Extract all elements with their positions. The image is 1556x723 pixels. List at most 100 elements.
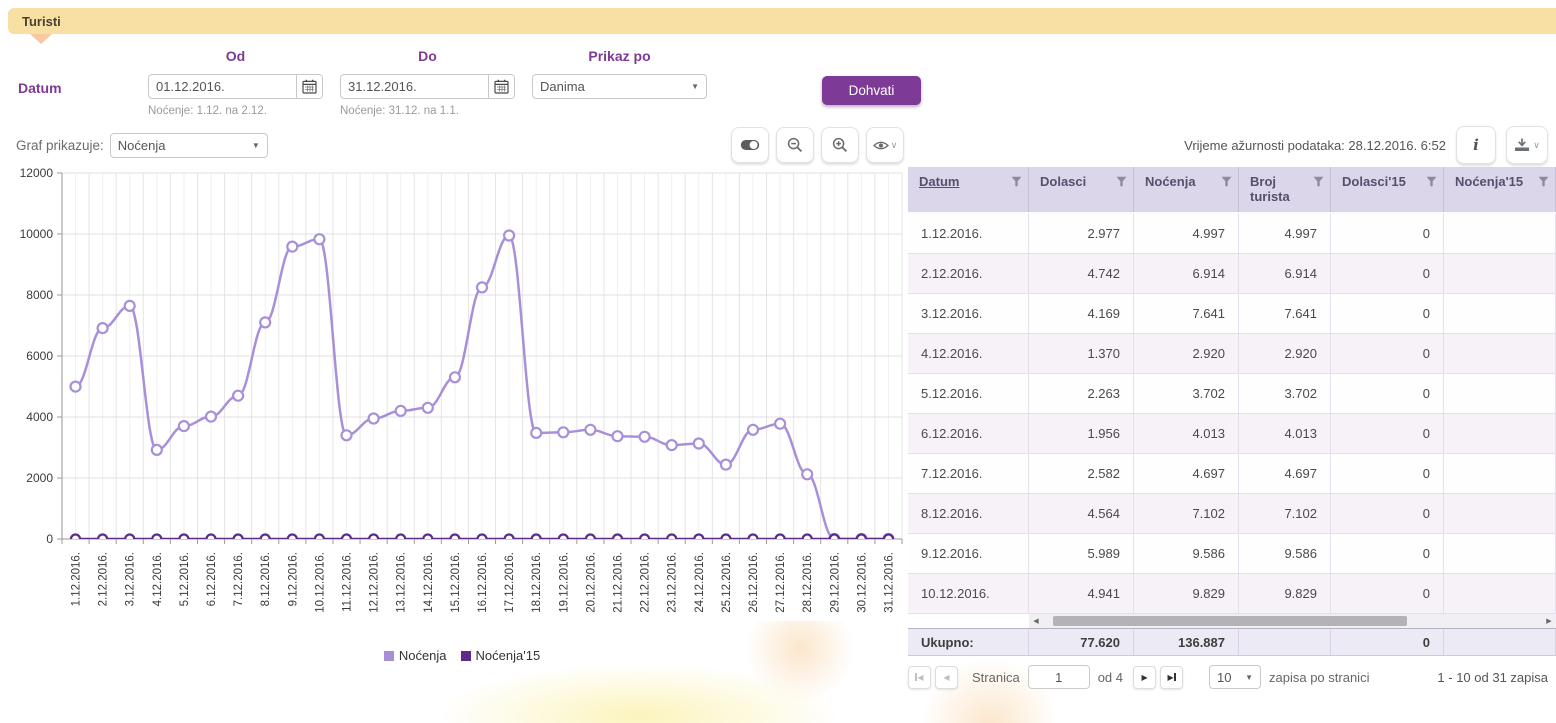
- table-row[interactable]: 10.12.2016.4.9419.8299.8290: [908, 574, 1556, 614]
- filter-icon[interactable]: [1116, 176, 1127, 187]
- column-header-broj-turista[interactable]: Broj turista: [1239, 167, 1331, 212]
- table-row[interactable]: 6.12.2016.1.9564.0134.0130: [908, 414, 1556, 454]
- scroll-right-arrow[interactable]: ▶: [1542, 617, 1556, 625]
- dohvati-button[interactable]: Dohvati: [822, 76, 921, 105]
- data-point-marker: [749, 535, 758, 544]
- table-row[interactable]: 2.12.2016.4.7426.9146.9140: [908, 254, 1556, 294]
- table-row[interactable]: 9.12.2016.5.9899.5869.5860: [908, 534, 1556, 574]
- svg-text:21.12.2016.: 21.12.2016.: [612, 552, 624, 613]
- toggle-mode-button[interactable]: [731, 127, 769, 163]
- calendar-icon[interactable]: [296, 75, 322, 98]
- last-page-button[interactable]: ▶: [1160, 666, 1183, 689]
- dropdown-arrow-icon: ▼: [691, 82, 699, 91]
- filter-icon[interactable]: [1221, 176, 1232, 187]
- download-button[interactable]: ∨: [1506, 126, 1548, 164]
- zoom-in-button[interactable]: [821, 127, 859, 163]
- cell-value: 4.742: [1029, 254, 1134, 293]
- date-from-input[interactable]: [149, 75, 296, 98]
- cell-datum: 6.12.2016.: [908, 414, 1029, 453]
- totals-dolasci: 77.620: [1029, 629, 1134, 655]
- cell-value: [1444, 414, 1556, 453]
- prev-page-button[interactable]: ◀: [935, 666, 958, 689]
- datum-label: Datum: [18, 48, 148, 117]
- data-point-marker: [667, 440, 677, 450]
- pagination-bar: ◀ ◀ Stranica od 4 ▶ ▶ 10 ▼ zapisa po str…: [908, 665, 1556, 689]
- filter-icon[interactable]: [1426, 176, 1437, 187]
- page-size-select[interactable]: 10 ▼: [1209, 665, 1261, 689]
- cell-datum: 9.12.2016.: [908, 534, 1029, 573]
- download-icon: [1514, 138, 1530, 152]
- svg-text:30.12.2016.: 30.12.2016.: [856, 552, 868, 613]
- table-row[interactable]: 8.12.2016.4.5647.1027.1020: [908, 494, 1556, 534]
- data-point-marker: [179, 421, 189, 431]
- data-point-marker: [694, 439, 704, 449]
- info-button[interactable]: i: [1456, 126, 1496, 164]
- date-to-input[interactable]: [341, 75, 488, 98]
- data-point-marker: [288, 535, 297, 544]
- filter-icon[interactable]: [1313, 176, 1324, 187]
- svg-text:25.12.2016.: 25.12.2016.: [721, 552, 733, 613]
- svg-text:8.12.2016.: 8.12.2016.: [260, 552, 272, 606]
- data-point-marker: [287, 242, 297, 252]
- table-row[interactable]: 4.12.2016.1.3702.9202.9200: [908, 334, 1556, 374]
- cell-value: 2.977: [1029, 214, 1134, 253]
- first-page-button[interactable]: ◀: [908, 666, 931, 689]
- table-row[interactable]: 1.12.2016.2.9774.9974.9970: [908, 214, 1556, 254]
- scrollbar-track[interactable]: [1043, 616, 1542, 626]
- scroll-left-arrow[interactable]: ◀: [1029, 617, 1043, 625]
- page-size-value: 10: [1217, 670, 1231, 685]
- svg-text:1.12.2016.: 1.12.2016.: [71, 552, 83, 606]
- svg-text:31.12.2016.: 31.12.2016.: [883, 552, 895, 613]
- cell-value: 7.102: [1134, 494, 1239, 533]
- zoom-in-icon: [832, 137, 848, 153]
- svg-text:17.12.2016.: 17.12.2016.: [504, 552, 516, 613]
- table-body: 1.12.2016.2.9774.9974.99702.12.2016.4.74…: [908, 214, 1556, 614]
- table-row[interactable]: 3.12.2016.4.1697.6417.6410: [908, 294, 1556, 334]
- table-row[interactable]: 5.12.2016.2.2633.7023.7020: [908, 374, 1556, 414]
- cell-value: 3.702: [1134, 374, 1239, 413]
- scrollbar-thumb[interactable]: [1053, 616, 1407, 626]
- legend-item[interactable]: Noćenja: [384, 648, 447, 663]
- data-point-marker: [613, 431, 623, 441]
- cell-value: [1444, 374, 1556, 413]
- column-header-dolasci[interactable]: Dolasci: [1029, 167, 1134, 212]
- data-point-marker: [640, 432, 650, 442]
- graf-prikazuje-select[interactable]: Noćenja ▼: [110, 133, 268, 158]
- prikaz-po-value: Danima: [540, 79, 585, 94]
- tab-turisti[interactable]: Turisti: [22, 14, 61, 29]
- data-point-marker: [776, 535, 785, 544]
- totals-label: Ukupno:: [908, 629, 1029, 655]
- data-point-marker: [71, 382, 81, 392]
- zoom-out-button[interactable]: [776, 127, 814, 163]
- svg-text:12.12.2016.: 12.12.2016.: [369, 552, 381, 613]
- column-header-no-enja[interactable]: Noćenja: [1134, 167, 1239, 212]
- next-page-button[interactable]: ▶: [1133, 666, 1156, 689]
- data-point-marker: [505, 535, 514, 544]
- cell-value: 0: [1331, 494, 1444, 533]
- data-point-marker: [531, 428, 541, 438]
- cell-value: 4.997: [1239, 214, 1331, 253]
- cell-datum: 5.12.2016.: [908, 374, 1029, 413]
- cell-value: 2.582: [1029, 454, 1134, 493]
- cell-value: 7.102: [1239, 494, 1331, 533]
- prikaz-po-select[interactable]: Danima ▼: [532, 74, 707, 99]
- cell-datum: 4.12.2016.: [908, 334, 1029, 373]
- cell-value: 1.370: [1029, 334, 1134, 373]
- data-point-marker: [721, 460, 731, 470]
- filter-icon[interactable]: [1011, 176, 1022, 187]
- filter-icon[interactable]: [1538, 176, 1549, 187]
- data-point-marker: [775, 419, 785, 429]
- svg-text:3.12.2016.: 3.12.2016.: [125, 552, 137, 606]
- data-point-marker: [314, 234, 324, 244]
- page-number-input[interactable]: [1028, 665, 1090, 689]
- visibility-menu-button[interactable]: ∨: [866, 127, 904, 163]
- data-point-marker: [613, 535, 622, 544]
- calendar-icon[interactable]: [488, 75, 514, 98]
- filter-od: Od Noćenje: 1.12. na 2.12.: [148, 48, 323, 117]
- chart-panel: Graf prikazuje: Noćenja ▼: [0, 123, 908, 689]
- column-header-no-enja-15[interactable]: Noćenja'15: [1444, 167, 1556, 212]
- table-row[interactable]: 7.12.2016.2.5824.6974.6970: [908, 454, 1556, 494]
- column-header-dolasci-15[interactable]: Dolasci'15: [1331, 167, 1444, 212]
- column-header-datum[interactable]: Datum: [908, 167, 1029, 212]
- legend-item[interactable]: Noćenja'15: [461, 648, 541, 663]
